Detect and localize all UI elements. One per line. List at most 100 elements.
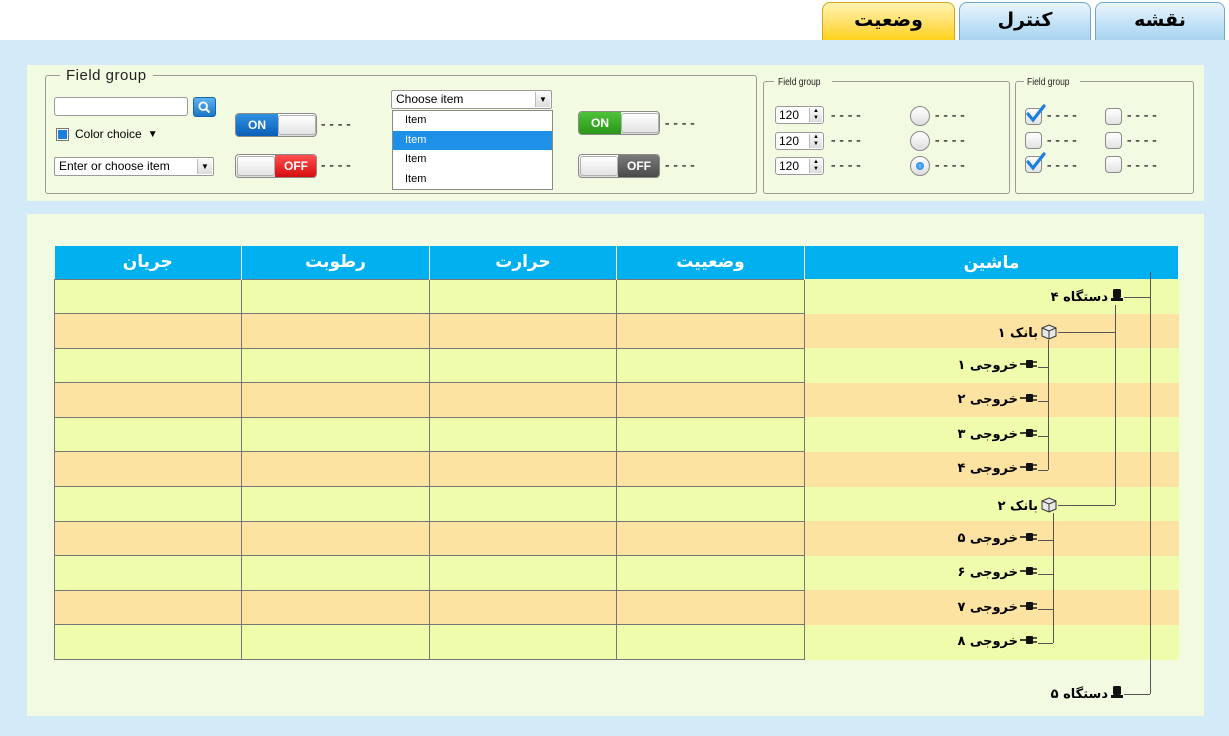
radio-option-1[interactable] — [910, 106, 930, 126]
choose-item-text: Choose item — [396, 92, 464, 106]
tree-node-label: دستگاه ۵ — [1050, 686, 1108, 702]
value-cell — [616, 520, 805, 557]
caret-down-icon: ▼ — [147, 128, 158, 140]
column-header-current[interactable]: جریان — [54, 246, 242, 279]
tree-connector — [1038, 608, 1053, 610]
toggle-on-green[interactable]: ON — [578, 111, 660, 135]
value-cell — [616, 416, 805, 453]
spinner-1[interactable]: 120 ▲ ▼ — [775, 106, 824, 124]
chevron-down-icon[interactable]: ▼ — [197, 159, 212, 174]
toggle-off-label: OFF — [275, 155, 316, 177]
search-input[interactable] — [54, 97, 188, 116]
tree-node[interactable]: خروجی ۴ — [957, 461, 1038, 476]
value-cell — [54, 486, 242, 522]
choose-item-select[interactable]: Choose item ▼ — [391, 90, 552, 109]
toggle-on-label: ON — [579, 112, 621, 134]
tab-status[interactable]: وضعیت — [822, 2, 955, 40]
tab-control[interactable]: کنترل — [959, 2, 1091, 40]
field-group-check: Field group — [1015, 72, 1194, 194]
tree-connector — [1124, 297, 1150, 299]
toggle-off-gray[interactable]: OFF — [578, 154, 660, 178]
tree-node[interactable]: خروجی ۱ — [957, 358, 1038, 373]
value-cell — [241, 520, 430, 557]
value-cell — [616, 347, 805, 384]
value-cell — [429, 520, 617, 557]
tree-connector — [1038, 401, 1048, 403]
tree-node[interactable]: بانک ۲ — [998, 496, 1058, 518]
device-icon — [1110, 685, 1124, 703]
tree-node-label: خروجی ۵ — [957, 530, 1018, 546]
color-choice[interactable]: Color choice ▼ — [56, 127, 158, 141]
machine-cell — [804, 486, 1179, 522]
column-header-temperature[interactable]: حرارت — [429, 246, 617, 279]
radio-option-3[interactable] — [910, 156, 930, 176]
column-header-machine[interactable]: ماشین — [804, 246, 1179, 279]
dropdown-item[interactable]: Item — [393, 170, 552, 190]
column-header-status[interactable]: وضعییت — [616, 246, 805, 279]
tree-node-label: خروجی ۱ — [957, 357, 1018, 373]
color-swatch — [56, 127, 69, 141]
checkbox-right-2[interactable] — [1105, 132, 1122, 149]
tree-connector — [1053, 512, 1054, 644]
value-cell — [241, 451, 430, 488]
tree-node-label: خروجی ۴ — [957, 461, 1018, 477]
value-cell — [54, 313, 242, 349]
dash-label: ---- — [829, 158, 863, 174]
status-table: جریان رطوبت حرارت وضعییت ماشین — [54, 246, 1179, 661]
field-group-spin-legend: Field group — [778, 77, 821, 88]
value-cell — [616, 278, 805, 315]
color-choice-label: Color choice — [75, 127, 142, 141]
chevron-down-icon[interactable]: ▼ — [535, 92, 550, 107]
item-combo[interactable]: Enter or choose item ▼ — [54, 157, 214, 176]
value-cell — [54, 416, 242, 453]
table-row[interactable] — [54, 278, 1179, 315]
dash-label: ---- — [319, 158, 353, 174]
dropdown-item[interactable]: Item — [393, 111, 552, 131]
tree-connector — [1058, 331, 1115, 333]
spinner-2[interactable]: 120 ▲ ▼ — [775, 132, 824, 150]
value-cell — [429, 624, 617, 661]
value-cell — [616, 555, 805, 591]
search-button[interactable] — [193, 97, 216, 117]
value-cell — [616, 451, 805, 488]
tree-node[interactable]: دستگاه ۴ — [1051, 288, 1124, 306]
tab-map-label: نقشه — [1134, 9, 1186, 31]
plug-icon — [1020, 565, 1038, 580]
dropdown-item-selected[interactable]: Item — [393, 130, 552, 150]
box-icon — [1040, 496, 1058, 518]
column-header-humidity[interactable]: رطوبت — [241, 246, 430, 279]
box-icon — [1040, 323, 1058, 345]
tree-node[interactable]: خروجی ۲ — [957, 392, 1038, 407]
value-cell — [429, 278, 617, 315]
radio-option-2[interactable] — [910, 131, 930, 151]
value-cell — [54, 451, 242, 488]
value-cell — [429, 347, 617, 384]
tree-node[interactable]: خروجی ۶ — [957, 565, 1038, 580]
checkbox-right-3[interactable] — [1105, 156, 1122, 173]
value-cell — [429, 555, 617, 591]
toggle-off-red[interactable]: OFF — [235, 154, 317, 178]
value-cell — [241, 624, 430, 661]
tree-node-device-5[interactable]: دستگاه ۵ — [1051, 685, 1124, 703]
dropdown-item[interactable]: Item — [393, 150, 552, 170]
dash-label: ---- — [1125, 158, 1159, 174]
machine-cell — [804, 313, 1179, 349]
tree-node[interactable]: خروجی ۵ — [957, 531, 1038, 546]
dash-label: ---- — [933, 108, 967, 124]
tree-node[interactable]: خروجی ۸ — [957, 634, 1038, 649]
toggle-off-label: OFF — [618, 155, 659, 177]
tree-node[interactable]: خروجی ۳ — [957, 427, 1038, 442]
value-cell — [241, 382, 430, 418]
toggle-on-blue[interactable]: ON — [235, 113, 317, 137]
dash-label: ---- — [1045, 158, 1079, 174]
dash-label: ---- — [829, 108, 863, 124]
tree-node[interactable]: خروجی ۷ — [957, 600, 1038, 615]
field-group-main-legend: Field group — [66, 67, 147, 84]
spinner-3[interactable]: 120 ▲ ▼ — [775, 157, 824, 175]
checkbox-left-2[interactable] — [1025, 132, 1042, 149]
tree-connector — [1038, 435, 1048, 437]
value-cell — [241, 589, 430, 626]
checkbox-right-1[interactable] — [1105, 108, 1122, 125]
value-cell — [54, 589, 242, 626]
tab-map[interactable]: نقشه — [1095, 2, 1225, 40]
